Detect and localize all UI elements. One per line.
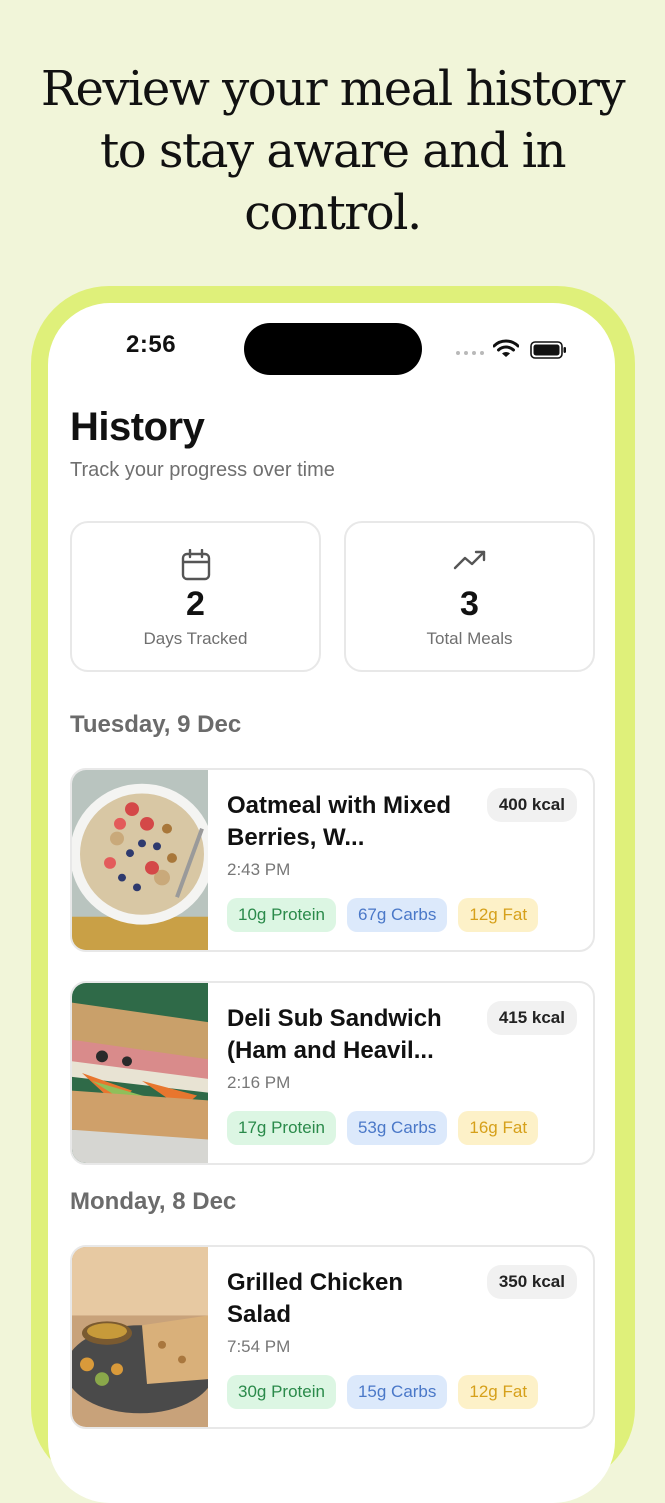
fat-chip: 16g Fat bbox=[458, 1111, 539, 1145]
carbs-chip: 15g Carbs bbox=[346, 1375, 448, 1409]
meal-name: Deli Sub Sandwich (Ham and Heavil... bbox=[227, 1005, 442, 1064]
chicken-salad-photo bbox=[72, 1247, 208, 1427]
page-title: History bbox=[70, 405, 205, 449]
meal-name: Grilled Chicken Salad bbox=[227, 1269, 404, 1328]
macro-chips: 17g Protein 53g Carbs 16g Fat bbox=[227, 1111, 539, 1145]
fat-chip: 12g Fat bbox=[458, 898, 539, 932]
status-bar-time: 2:56 bbox=[126, 331, 177, 358]
day-header: Tuesday, 9 Dec bbox=[70, 711, 242, 738]
wifi-icon bbox=[493, 339, 519, 357]
fat-chip: 12g Fat bbox=[458, 1375, 539, 1409]
carbs-chip: 53g Carbs bbox=[346, 1111, 448, 1145]
headline-line-2: to stay aware and in bbox=[99, 123, 567, 179]
headline-line-1: Review your meal history bbox=[40, 61, 626, 117]
kcal-badge: 415 kcal bbox=[486, 1001, 577, 1035]
meal-time: 2:43 PM bbox=[227, 860, 291, 879]
oatmeal-photo bbox=[72, 770, 208, 950]
trending-up-icon bbox=[453, 550, 485, 570]
meal-time: 7:54 PM bbox=[227, 1337, 291, 1356]
carbs-chip: 67g Carbs bbox=[346, 898, 448, 932]
meal-time: 2:16 PM bbox=[227, 1073, 291, 1092]
total-meals-value: 3 bbox=[460, 585, 479, 623]
meal-card[interactable]: Grilled Chicken Salad 7:54 PM 350 kcal 3… bbox=[70, 1245, 595, 1429]
protein-chip: 17g Protein bbox=[227, 1111, 336, 1145]
macro-chips: 10g Protein 67g Carbs 12g Fat bbox=[227, 898, 539, 932]
macro-chips: 30g Protein 15g Carbs 12g Fat bbox=[227, 1375, 539, 1409]
page-subtitle: Track your progress over time bbox=[70, 459, 335, 481]
total-meals-card: 3 Total Meals bbox=[344, 521, 595, 672]
calendar-icon bbox=[181, 549, 210, 581]
kcal-badge: 400 kcal bbox=[486, 788, 577, 822]
total-meals-label: Total Meals bbox=[426, 629, 513, 648]
cellular-signal-icon bbox=[456, 351, 484, 355]
protein-chip: 30g Protein bbox=[227, 1375, 336, 1409]
day-header: Monday, 8 Dec bbox=[70, 1188, 237, 1215]
dynamic-island bbox=[244, 323, 422, 375]
kcal-badge: 350 kcal bbox=[486, 1265, 577, 1299]
days-tracked-card: 2 Days Tracked bbox=[70, 521, 321, 672]
marketing-headline: Review your meal history to stay aware a… bbox=[0, 58, 665, 244]
meal-card[interactable]: Deli Sub Sandwich (Ham and Heavil... 2:1… bbox=[70, 981, 595, 1165]
meal-name: Oatmeal with Mixed Berries, W... bbox=[227, 792, 452, 851]
phone-screen: 2:56 History Track your progress over ti… bbox=[48, 303, 615, 1503]
meal-card[interactable]: Oatmeal with Mixed Berries, W... 2:43 PM… bbox=[70, 768, 595, 952]
battery-icon bbox=[530, 341, 566, 359]
sandwich-photo bbox=[72, 983, 208, 1163]
protein-chip: 10g Protein bbox=[227, 898, 336, 932]
headline-line-3: control. bbox=[244, 185, 422, 241]
days-tracked-value: 2 bbox=[186, 585, 205, 623]
days-tracked-label: Days Tracked bbox=[143, 629, 248, 648]
